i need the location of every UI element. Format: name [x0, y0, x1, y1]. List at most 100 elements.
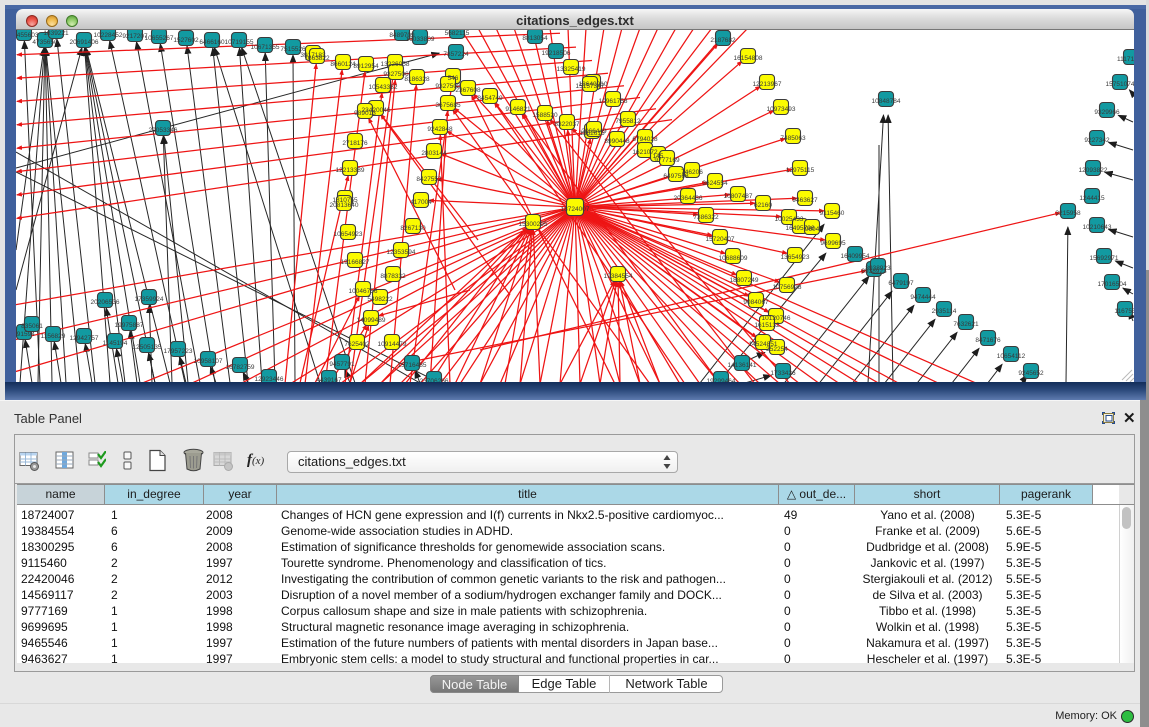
svg-text:12093822: 12093822 — [1079, 167, 1108, 174]
svg-text:19384554: 19384554 — [604, 273, 633, 280]
svg-text:9329966: 9329966 — [1094, 109, 1120, 116]
svg-text:62160: 62160 — [754, 202, 772, 209]
svg-text:7485063: 7485063 — [780, 135, 806, 142]
svg-text:1839221: 1839221 — [43, 30, 69, 37]
svg-text:9084067: 9084067 — [743, 299, 769, 306]
svg-text:15157347: 15157347 — [576, 83, 605, 90]
svg-text:1615132: 1615132 — [754, 322, 780, 329]
svg-text:2187682: 2187682 — [710, 37, 736, 44]
svg-text:9146821: 9146821 — [505, 106, 531, 113]
svg-text:8471676: 8471676 — [975, 337, 1001, 344]
svg-text:116753: 116753 — [1114, 308, 1134, 315]
svg-text:10543382: 10543382 — [369, 84, 398, 91]
svg-text:2935114: 2935114 — [932, 308, 957, 315]
svg-text:10654112: 10654112 — [997, 353, 1026, 360]
svg-text:19218506: 19218506 — [542, 50, 571, 57]
svg-text:2367608: 2367608 — [455, 87, 481, 94]
svg-text:12213967: 12213967 — [753, 81, 782, 88]
svg-text:2066449: 2066449 — [581, 128, 607, 135]
svg-text:9777169: 9777169 — [654, 157, 680, 164]
svg-text:3624554: 3624554 — [702, 180, 728, 187]
svg-text:6466160: 6466160 — [199, 39, 225, 46]
svg-text:10655267: 10655267 — [145, 35, 174, 42]
svg-text:10654923: 10654923 — [334, 231, 363, 238]
svg-text:15751074: 15751074 — [1106, 81, 1134, 88]
svg-text:16033809: 16033809 — [406, 36, 435, 43]
svg-text:417004: 417004 — [410, 199, 432, 206]
svg-text:7386322: 7386322 — [693, 214, 719, 221]
svg-text:4735650: 4735650 — [32, 39, 58, 46]
svg-text:1145194: 1145194 — [103, 340, 128, 347]
svg-text:10719155: 10719155 — [225, 39, 254, 46]
svg-text:3675685: 3675685 — [435, 102, 461, 109]
svg-text:8660124: 8660124 — [330, 61, 356, 68]
svg-text:11171243: 11171243 — [1117, 56, 1134, 63]
svg-text:3215958: 3215958 — [1055, 210, 1081, 217]
svg-text:8938923: 8938923 — [865, 265, 891, 272]
svg-text:20364436: 20364436 — [674, 195, 703, 202]
svg-text:23706266: 23706266 — [420, 378, 449, 382]
svg-text:10848784: 10848784 — [872, 98, 901, 105]
svg-text:10914479: 10914479 — [378, 341, 407, 348]
svg-text:9242848: 9242848 — [427, 126, 453, 133]
svg-text:17016504: 17016504 — [1098, 281, 1127, 288]
svg-text:2718176: 2718176 — [342, 140, 368, 147]
svg-text:12942757: 12942757 — [70, 335, 99, 342]
svg-text:7632621: 7632621 — [953, 321, 979, 328]
svg-text:1527602: 1527602 — [173, 37, 199, 44]
svg-text:18724007: 18724007 — [561, 206, 590, 213]
svg-text:8454749: 8454749 — [477, 95, 503, 102]
svg-text:16409954: 16409954 — [841, 253, 870, 260]
svg-text:8186328: 8186328 — [404, 76, 430, 83]
svg-text:1156829: 1156829 — [41, 333, 66, 340]
svg-text:5682115: 5682115 — [445, 30, 470, 37]
svg-text:12923446: 12923446 — [255, 376, 284, 382]
svg-text:12213389: 12213389 — [336, 167, 365, 174]
svg-text:6794028: 6794028 — [632, 136, 658, 143]
svg-text:252254: 252254 — [766, 346, 788, 353]
svg-text:10210643: 10210643 — [1083, 224, 1112, 231]
svg-text:9474444: 9474444 — [910, 294, 936, 301]
svg-text:10671355: 10671355 — [251, 44, 280, 51]
svg-text:13325419: 13325419 — [557, 66, 586, 73]
svg-text:17359924: 17359924 — [135, 296, 164, 303]
svg-text:8813054: 8813054 — [522, 35, 548, 42]
svg-text:20206536: 20206536 — [91, 299, 120, 306]
svg-text:5498222: 5498222 — [367, 296, 393, 303]
svg-text:746206: 746206 — [681, 169, 703, 176]
svg-text:19975887: 19975887 — [115, 322, 144, 329]
svg-text:12975115: 12975115 — [786, 167, 815, 174]
svg-text:9457791: 9457791 — [329, 361, 355, 368]
svg-text:1733426: 1733426 — [770, 370, 796, 377]
svg-text:15300295: 15300295 — [519, 221, 548, 228]
svg-text:20813640: 20813640 — [330, 202, 359, 209]
svg-text:12505135: 12505135 — [133, 344, 162, 351]
svg-text:13654923: 13654923 — [781, 254, 810, 261]
svg-text:10228452: 10228452 — [94, 32, 123, 39]
svg-text:6479197: 6479197 — [888, 280, 914, 287]
svg-text:19166827: 19166827 — [341, 259, 370, 266]
svg-text:10046756: 10046756 — [349, 288, 378, 295]
svg-text:4439167: 4439167 — [316, 377, 342, 382]
svg-text:15716485: 15716485 — [398, 362, 427, 369]
svg-text:391594: 391594 — [16, 331, 35, 338]
svg-text:835061: 835061 — [21, 323, 43, 330]
svg-text:9115460: 9115460 — [820, 210, 845, 217]
svg-text:8427552: 8427552 — [416, 176, 442, 183]
svg-text:12353594: 12353594 — [387, 249, 416, 256]
svg-text:546: 546 — [448, 75, 459, 82]
svg-text:9227342: 9227342 — [1084, 137, 1110, 144]
svg-text:7955812: 7955812 — [615, 118, 641, 125]
svg-text:8990448: 8990448 — [604, 138, 630, 145]
svg-text:10688609: 10688609 — [719, 255, 748, 262]
svg-text:2803144: 2803144 — [421, 150, 447, 157]
svg-text:14099489: 14099489 — [357, 317, 386, 324]
svg-text:8912954: 8912954 — [353, 63, 379, 70]
svg-text:15720407: 15720407 — [706, 236, 735, 243]
svg-text:9245652: 9245652 — [1018, 370, 1044, 377]
svg-text:17957223: 17957223 — [164, 348, 193, 355]
svg-text:989013: 989013 — [354, 110, 376, 117]
svg-text:8878332: 8878332 — [380, 273, 406, 280]
svg-text:8322037: 8322037 — [554, 121, 580, 128]
svg-text:10756928: 10756928 — [773, 284, 802, 291]
